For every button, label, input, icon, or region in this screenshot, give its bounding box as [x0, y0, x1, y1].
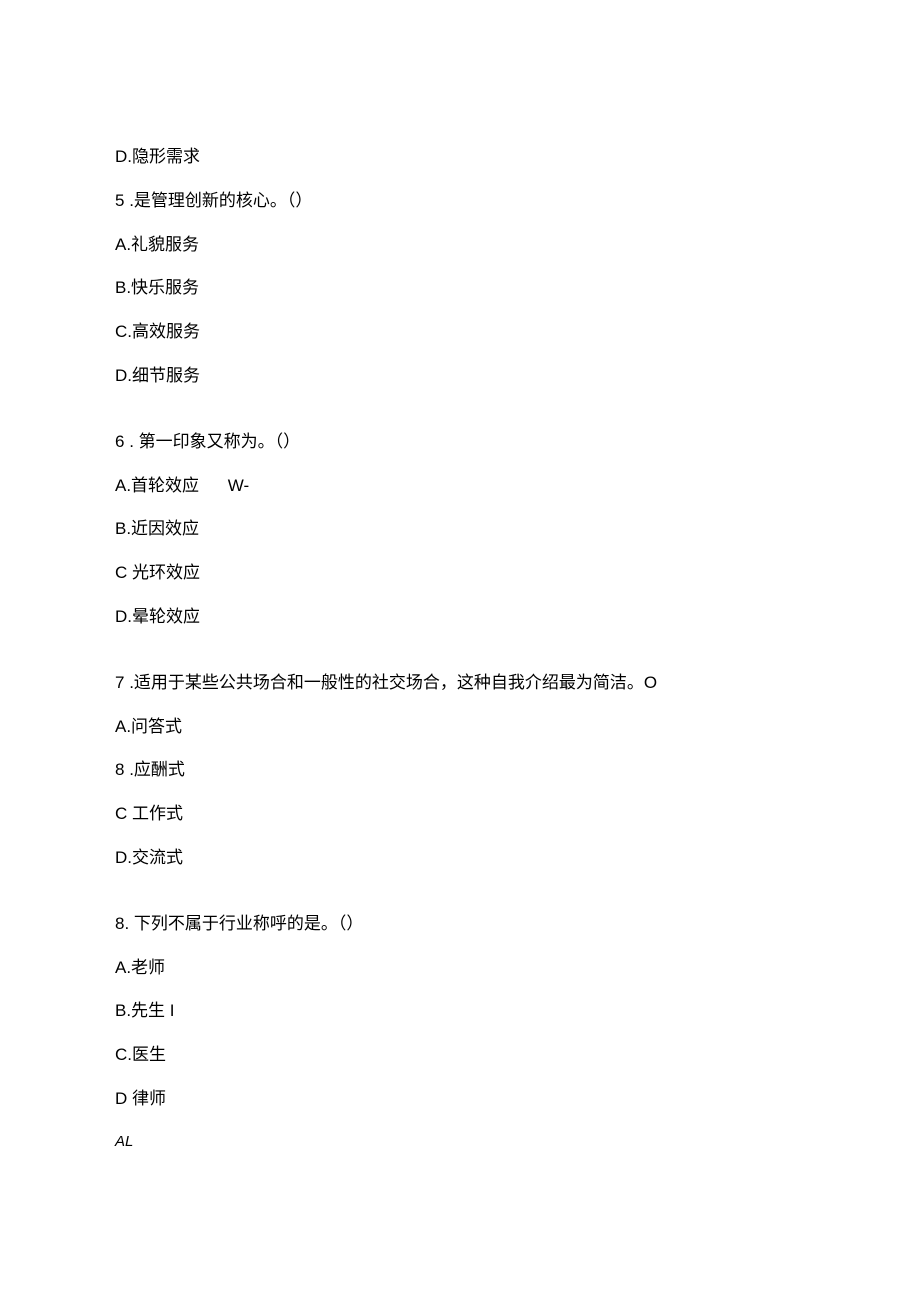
question-text: .是管理创新的核心。（） — [124, 191, 312, 210]
option-d: D.交流式 — [115, 846, 805, 870]
option-c: C 光环效应 — [115, 561, 805, 585]
option-d: D.细节服务 — [115, 364, 805, 388]
option-text: .应酬式 — [124, 760, 184, 779]
option-c: C.高效服务 — [115, 320, 805, 344]
question-5: 5 .是管理创新的核心。（） — [115, 189, 805, 213]
option-text: D.隐形需求 — [115, 145, 805, 169]
annotation-text: AL — [115, 1131, 805, 1152]
option-text: A.首轮效应 — [115, 476, 199, 495]
option-a: A.问答式 — [115, 715, 805, 739]
question-number: 8. — [115, 912, 129, 936]
option-b: B.先生 I — [115, 999, 805, 1023]
question-text: . 第一印象又称为。（） — [124, 432, 300, 451]
option-c: C 工作式 — [115, 802, 805, 826]
option-a: A.礼貌服务 — [115, 233, 805, 257]
option-b-line: 8 .应酬式 — [115, 758, 805, 782]
question-text: .适用于某些公共场合和一般性的社交场合，这种自我介绍最为简洁。O — [124, 673, 657, 692]
option-b: B.近因效应 — [115, 517, 805, 541]
annotation-text: W- — [228, 474, 249, 498]
option-a: A.老师 — [115, 956, 805, 980]
question-7: 7 .适用于某些公共场合和一般性的社交场合，这种自我介绍最为简洁。O — [115, 671, 805, 695]
option-b: B.快乐服务 — [115, 276, 805, 300]
question-6: 6 . 第一印象又称为。（） — [115, 430, 805, 454]
option-a: A.首轮效应 W- — [115, 474, 805, 498]
option-d: D.晕轮效应 — [115, 605, 805, 629]
option-c: C.医生 — [115, 1043, 805, 1067]
question-text: 下列不属于行业称呼的是。（） — [129, 914, 363, 933]
question-8: 8. 下列不属于行业称呼的是。（） — [115, 912, 805, 936]
option-d: D 律师 — [115, 1087, 805, 1111]
